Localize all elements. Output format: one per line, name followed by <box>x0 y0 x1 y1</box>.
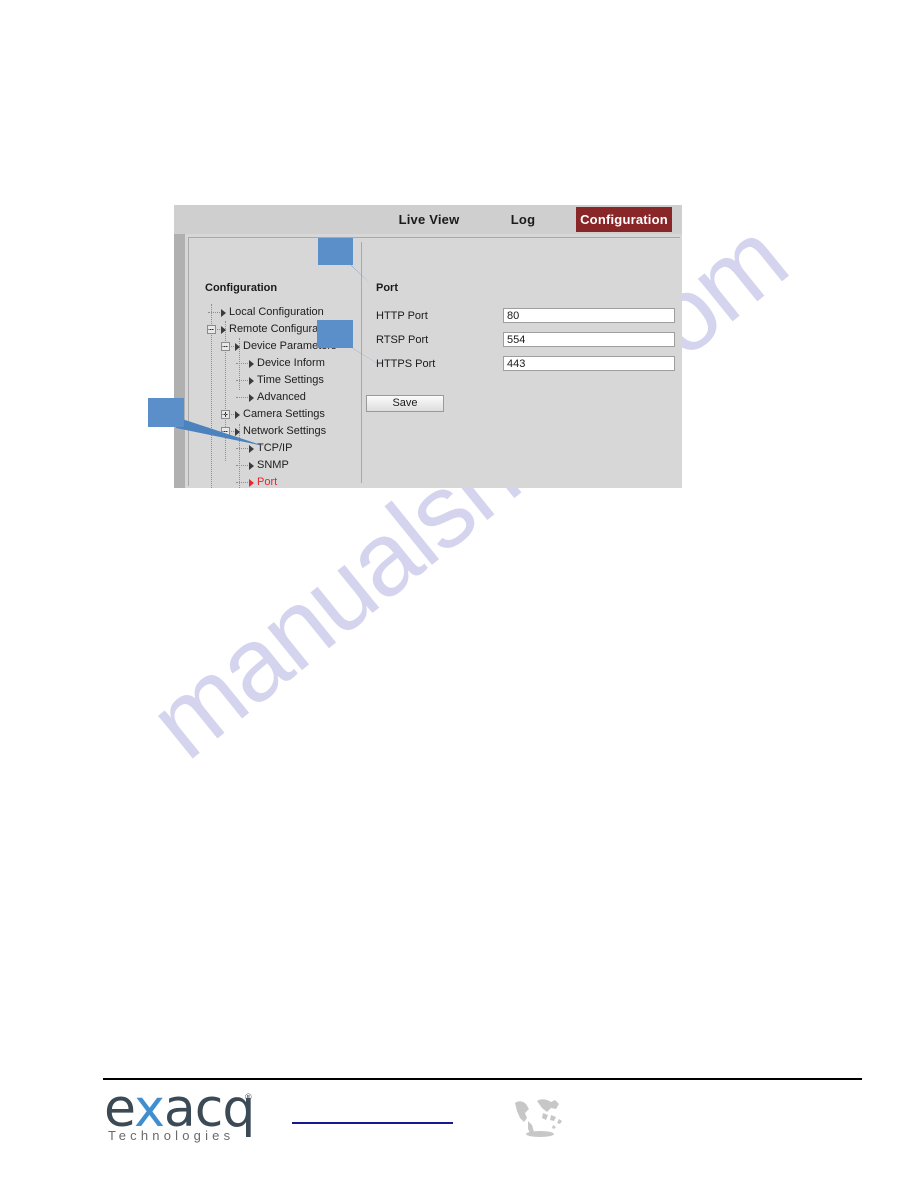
triangle-bullet-icon <box>235 411 240 419</box>
triangle-bullet-icon <box>221 309 226 317</box>
configuration-tree-panel: Configuration Local Configuration Remote… <box>193 242 362 488</box>
https-port-label: HTTPS Port <box>376 358 436 370</box>
rtsp-port-label: RTSP Port <box>376 334 429 346</box>
tree-item-local-configuration[interactable]: Local Configuration <box>193 304 362 321</box>
tree-panel-title: Configuration <box>205 282 278 294</box>
exacq-logo: exacq ® Technologies <box>104 1080 279 1148</box>
footer-hyperlink[interactable] <box>292 1122 453 1124</box>
tree-item-label: Camera Settings <box>243 408 325 420</box>
tree-connector <box>236 380 250 382</box>
triangle-bullet-icon <box>249 360 254 368</box>
tree-connector <box>236 482 250 484</box>
registered-trademark-icon: ® <box>245 1092 252 1102</box>
tree-connector <box>222 414 236 416</box>
configuration-tree: Local Configuration Remote Configuration… <box>193 304 362 488</box>
camera-web-ui-screenshot: Live View Log Configuration Configuratio… <box>174 205 682 488</box>
port-settings-panel: Port HTTP Port RTSP Port HTTPS Port Save <box>364 242 677 483</box>
http-port-input[interactable] <box>503 308 675 323</box>
tree-connector <box>236 363 250 365</box>
save-button[interactable]: Save <box>366 395 444 412</box>
tree-item-label: Port <box>257 476 278 488</box>
tab-configuration[interactable]: Configuration <box>576 207 672 232</box>
tree-item-tcpip[interactable]: TCP/IP <box>193 440 362 457</box>
tree-connector <box>208 312 222 314</box>
tree-item-remote-configuration[interactable]: Remote Configuration <box>193 321 362 338</box>
tree-connector <box>222 431 236 433</box>
triangle-bullet-icon <box>235 343 240 351</box>
tree-item-label: Device Parameters <box>243 340 337 352</box>
triangle-bullet-icon <box>235 428 240 436</box>
tree-item-time-settings[interactable]: Time Settings <box>193 372 362 389</box>
tree-connector <box>236 397 250 399</box>
panel-frame: Configuration Local Configuration Remote… <box>188 237 680 488</box>
triangle-bullet-icon <box>249 394 254 402</box>
callout-annotations <box>148 238 388 446</box>
triangle-bullet-icon <box>249 445 254 453</box>
tree-item-device-parameters[interactable]: Device Parameters <box>193 338 362 355</box>
tree-item-label: Remote Configuration <box>229 323 337 335</box>
triangle-bullet-icon <box>249 377 254 385</box>
tab-bar: Live View Log Configuration <box>174 205 682 234</box>
field-row-http-port: HTTP Port <box>376 308 676 324</box>
tree-item-device-information[interactable]: Device Inform <box>193 355 362 372</box>
tree-connector <box>222 346 236 348</box>
https-port-input[interactable] <box>503 356 675 371</box>
http-port-label: HTTP Port <box>376 310 428 322</box>
triangle-bullet-icon <box>221 326 226 334</box>
tab-log[interactable]: Log <box>492 205 554 234</box>
tree-item-label: Local Configuration <box>229 306 324 318</box>
tree-connector <box>236 448 250 450</box>
tab-live-view[interactable]: Live View <box>370 205 488 234</box>
tree-item-port[interactable]: Port <box>193 474 362 488</box>
logo-subtitle: Technologies <box>108 1128 235 1143</box>
triangle-bullet-icon <box>249 462 254 470</box>
tree-connector <box>208 329 222 331</box>
tree-item-snmp[interactable]: SNMP <box>193 457 362 474</box>
field-row-rtsp-port: RTSP Port <box>376 332 676 348</box>
ui-body: Configuration Local Configuration Remote… <box>174 234 682 488</box>
tree-item-advanced[interactable]: Advanced <box>193 389 362 406</box>
tree-item-network-settings[interactable]: Network Settings <box>193 423 362 440</box>
tree-item-label: SNMP <box>257 459 289 471</box>
triangle-bullet-icon <box>249 479 254 487</box>
rtsp-port-input[interactable] <box>503 332 675 347</box>
tree-item-label: Advanced <box>257 391 306 403</box>
tree-connector <box>236 465 250 467</box>
left-gutter <box>174 234 185 488</box>
tree-item-label: Network Settings <box>243 425 327 437</box>
panel-title: Port <box>376 282 398 294</box>
page-watermark: manualshive.com <box>0 0 918 1188</box>
world-map-icon <box>515 1099 562 1137</box>
field-row-https-port: HTTPS Port <box>376 356 676 372</box>
tree-item-camera-settings[interactable]: Camera Settings <box>193 406 362 423</box>
tree-item-label: TCP/IP <box>257 442 293 454</box>
tree-item-label: Device Inform <box>257 357 325 369</box>
tree-item-label: Time Settings <box>257 374 324 386</box>
